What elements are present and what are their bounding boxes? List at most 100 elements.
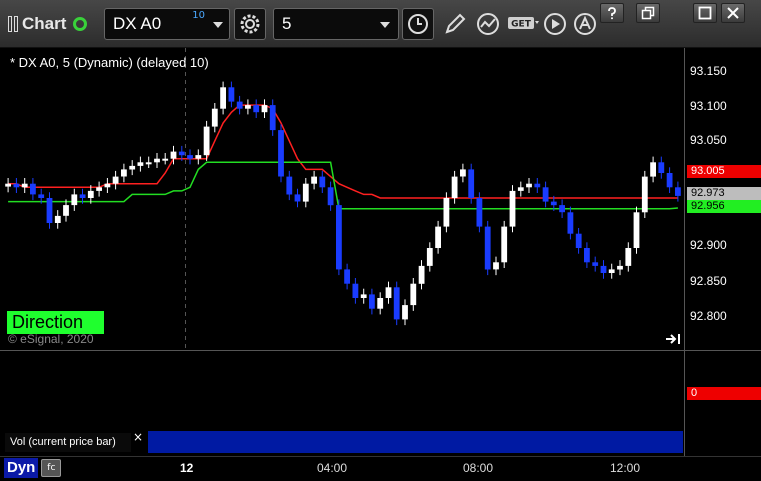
alert-icon[interactable] <box>569 8 601 40</box>
candle-up <box>261 105 268 113</box>
get-icon[interactable]: GET <box>505 8 541 40</box>
maximize-button[interactable] <box>693 3 717 23</box>
link-status-icon[interactable] <box>73 17 88 31</box>
scroll-to-end-icon[interactable] <box>664 332 682 346</box>
candle-down <box>352 283 359 298</box>
time-axis-label: 04:00 <box>317 461 348 475</box>
green-ma-tag: 92.956 <box>687 200 761 213</box>
price-axis-label: 92.900 <box>690 238 727 252</box>
interval-value: 5 <box>282 14 292 33</box>
candle-down <box>575 233 582 248</box>
copyright: © eSignal, 2020 <box>8 332 94 346</box>
candle-down <box>550 201 557 206</box>
chart-bars-icon <box>8 16 18 32</box>
candle-up <box>245 105 251 109</box>
app-title: Chart <box>22 14 67 33</box>
toolbar: Chart DX A0 10 5 GET <box>0 0 761 48</box>
last-price-tag: 92.973 <box>687 187 761 200</box>
candle-up <box>21 183 28 188</box>
candle-down <box>675 187 681 196</box>
candle-down <box>658 162 665 173</box>
fc-icon[interactable]: fc <box>41 459 62 477</box>
candle-down <box>344 269 350 284</box>
study-icon[interactable] <box>472 8 504 40</box>
candle-down <box>559 205 565 213</box>
close-button[interactable] <box>721 3 745 23</box>
symbol-superscript: 10 <box>192 10 205 21</box>
candle-down <box>592 262 599 266</box>
candle-down <box>534 183 541 188</box>
candle-down <box>278 130 284 177</box>
candle-up <box>71 194 78 206</box>
candle-up <box>451 176 458 198</box>
candle-up <box>377 298 384 309</box>
get-label: GET <box>511 20 532 30</box>
restore-icon <box>641 6 655 20</box>
candle-up <box>104 183 111 188</box>
candle-up <box>435 226 441 248</box>
candle-up <box>443 198 450 227</box>
candle-up <box>137 162 144 166</box>
candle-down <box>79 194 86 198</box>
candle-up <box>220 87 226 109</box>
chevron-down-icon[interactable] <box>213 22 223 28</box>
candle-down <box>600 265 607 273</box>
candle-up <box>63 205 69 216</box>
settings-gear-icon[interactable] <box>234 8 266 40</box>
candle-up <box>302 183 309 202</box>
candle-up <box>460 169 466 177</box>
question-icon <box>608 7 616 20</box>
candle-up <box>402 305 408 320</box>
candle-down <box>542 187 549 202</box>
close-study-icon[interactable]: × <box>133 430 143 444</box>
interval-select[interactable]: 5 <box>273 8 399 40</box>
pencil-icon[interactable] <box>439 8 471 40</box>
candle-down <box>30 183 36 195</box>
candle-down <box>336 205 342 270</box>
symbol-value: DX A0 <box>113 14 162 33</box>
candle-up <box>501 226 508 263</box>
candle-up <box>145 162 152 165</box>
candle-up <box>608 269 615 273</box>
candle-up <box>170 151 177 159</box>
candle-up <box>54 215 61 223</box>
candle-up <box>633 212 640 248</box>
candle-up <box>625 248 632 266</box>
candle-down <box>484 226 491 270</box>
candle-down <box>228 87 235 102</box>
clock-icon[interactable] <box>402 8 434 40</box>
candle-down <box>294 194 301 202</box>
candle-up <box>5 183 11 187</box>
candle-down <box>178 151 185 156</box>
close-icon <box>727 7 739 19</box>
volume-tag: 0 <box>687 387 761 400</box>
candle-down <box>46 198 53 223</box>
dyn-label: Dyn <box>4 458 39 478</box>
price-axis-label: 92.850 <box>690 274 727 288</box>
candle-down <box>38 194 45 198</box>
candle-up <box>195 155 202 159</box>
maximize-icon <box>698 6 712 20</box>
price-chart[interactable] <box>0 48 761 456</box>
time-axis-label: 08:00 <box>463 461 494 475</box>
symbol-input[interactable]: DX A0 10 <box>104 8 230 40</box>
play-icon[interactable] <box>539 8 571 40</box>
candle-up <box>87 190 94 198</box>
app-brand: Chart <box>8 9 88 39</box>
volume-study-label[interactable]: Vol (current price bar) <box>5 433 131 452</box>
restore-button[interactable] <box>636 3 660 23</box>
candle-up <box>112 176 119 184</box>
dyn-tab[interactable]: Dyn fc <box>4 458 62 478</box>
candle-up <box>154 158 160 163</box>
candle-up <box>426 248 433 266</box>
candle-up <box>121 169 127 177</box>
candle-down <box>253 105 260 113</box>
price-axis-label: 93.100 <box>690 99 727 113</box>
candle-up <box>385 287 392 298</box>
help-button[interactable] <box>600 3 624 23</box>
time-axis-label: 12:00 <box>610 461 641 475</box>
candle-up <box>203 126 210 156</box>
volume-bar <box>148 431 683 453</box>
direction-badge[interactable]: Direction <box>7 311 104 334</box>
chevron-down-icon[interactable] <box>380 22 390 28</box>
